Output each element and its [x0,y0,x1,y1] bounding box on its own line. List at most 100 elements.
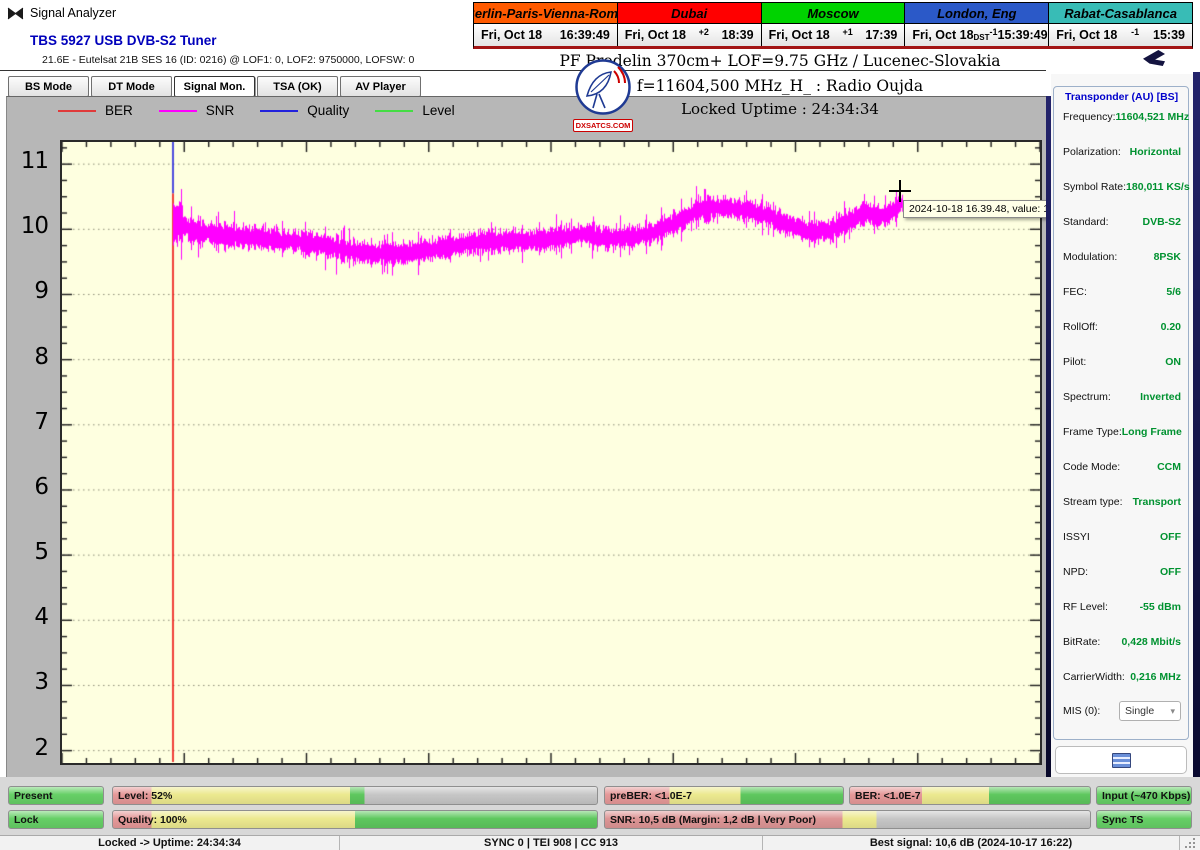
mis-dropdown[interactable]: Single ▾ [1119,701,1181,721]
clock-city-label: Dubai [617,3,761,24]
window-title: Signal Analyzer [30,6,117,20]
y-axis-tick-label: 2 [34,734,49,761]
snr-chart[interactable] [60,140,1042,765]
snr-chart-canvas[interactable] [62,142,1040,763]
transponder-row: ISSYI OFF [1063,531,1181,543]
transponder-row: BitRate: 0,428 Mbit/s [1063,636,1181,648]
transponder-row-value: Transport [1132,496,1181,508]
clock-date: Fri, Oct 18 [624,28,686,42]
transponder-row-label: Frame Type: [1063,426,1122,438]
clock-utc-offset: +2 [698,26,709,37]
clock-time: Fri, Oct 18 16:39:49 [474,24,617,46]
clock-panel: Moscow Fri, Oct 18 +1 17:39 [760,3,905,46]
mode-tab[interactable]: AV Player [340,76,421,97]
satellite-info: 21.6E - Eutelsat 21B SES 16 (ID: 0216) @… [42,54,415,66]
export-button[interactable] [1055,746,1187,774]
legend-label: Level [422,103,455,118]
mode-tab[interactable]: DT Mode [91,76,172,97]
crosshair-cursor-v [899,180,901,202]
clock-time: Fri, Oct 18 -1 15:39 [1049,24,1192,46]
clock-city-label: Moscow [761,3,905,24]
transponder-row-value: OFF [1160,566,1181,578]
y-axis-tick-label: 4 [34,604,49,631]
y-axis-tick-label: 6 [34,473,49,500]
y-axis-tick-label: 8 [34,343,49,370]
transponder-row-label: CarrierWidth: [1063,671,1125,683]
tuner-name: TBS 5927 USB DVB-S2 Tuner [30,33,217,48]
world-clocks: Berlin-Paris-Vienna-Roma Fri, Oct 18 16:… [473,2,1193,49]
transponder-row-label: Stream type: [1063,496,1123,508]
transponder-row-label: ISSYI [1063,531,1090,543]
transponder-row-label: NPD: [1063,566,1089,578]
transponder-row: Code Mode: CCM [1063,461,1181,473]
transponder-row-value: 0,216 MHz [1130,671,1181,683]
status-lock-uptime: Locked -> Uptime: 24:34:34 [0,836,340,850]
preber-bar: preBER: <1.0E-7 [604,786,844,805]
transponder-row-label: Polarization: [1063,146,1121,158]
mis-selected-value: Single [1125,705,1155,717]
y-axis-tick-label: 3 [34,669,49,696]
legend-color-line [158,109,197,112]
clock-city-label: Berlin-Paris-Vienna-Roma [474,3,617,24]
transponder-row-label: BitRate: [1063,636,1101,648]
mis-row: MIS (0): Single ▾ [1063,701,1181,721]
status-best-signal: Best signal: 10,6 dB (2024-10-17 16:22) [763,836,1180,850]
clock-time: Fri, Oct 18 +2 18:39 [617,24,761,46]
legend-item: BER [58,103,133,118]
legend-color-line [58,109,96,112]
transponder-row: Frequency: 11604,521 MHz [1063,111,1189,123]
transponder-row: RollOff: 0.20 [1063,321,1181,333]
y-axis-tick-label: 10 [20,213,49,240]
clock-time: Fri, Oct 18 +1 17:39 [761,24,905,46]
y-axis-tick-label: 11 [20,148,49,175]
transponder-row-label: Standard: [1063,216,1109,228]
ber-bar: BER: <1.0E-7 [849,786,1091,805]
transponder-row-label: Frequency: [1063,111,1116,123]
y-axis-tick-label: 9 [34,278,49,305]
transponder-title: Transponder (AU) [BS] [1062,91,1182,103]
transponder-row-value: Horizontal [1129,146,1181,158]
clock-panel: Dubai Fri, Oct 18 +2 18:39 [616,3,761,46]
clock-time-value: 16:39:49 [559,28,610,42]
resize-grip[interactable] [1180,836,1198,850]
transponder-row: Polarization: Horizontal [1063,146,1181,158]
transponder-row-value: Inverted [1140,391,1181,403]
clock-dst-label: DST [973,33,990,43]
present-bar: Present [8,786,104,805]
mode-tabs: BS Mode DT Mode Signal Mon. TSA (OK) AV Play… [8,76,423,97]
frequency-title: f=11604,500 MHz_H_ : Radio Oujda [636,77,924,95]
locked-uptime-title: Locked Uptime : 24:34:34 [681,100,879,118]
legend-item: SNR [158,103,234,118]
app-icon [7,7,24,19]
clock-time-value: 17:39 [865,28,898,42]
dxsatcs-logo: DXSATCS.COM [573,58,633,132]
y-axis-tick-label: 5 [34,539,49,566]
clock-panel: Berlin-Paris-Vienna-Roma Fri, Oct 18 16:… [474,3,617,46]
transponder-row-label: Spectrum: [1063,391,1111,403]
value-tooltip: 2024-10-18 16.39.48, value: 10,5 [903,200,1070,218]
transponder-row-value: OFF [1160,531,1181,543]
transponder-row: Spectrum: Inverted [1063,391,1181,403]
legend-color-line [260,109,299,112]
mode-tab[interactable]: Signal Mon. [174,76,255,97]
legend-item: Level [375,103,455,118]
clock-time-value: 15:39:49 [997,28,1048,42]
snr-bar: SNR: 10,5 dB (Margin: 1,2 dB | Very Poor… [604,810,1091,829]
cursor-icon [1143,50,1165,66]
transponder-row-label: RF Level: [1063,601,1108,613]
mode-tab[interactable]: BS Mode [8,76,89,97]
status-bar: Locked -> Uptime: 24:34:34 SYNC 0 | TEI … [0,835,1200,850]
mode-tab[interactable]: TSA (OK) [257,76,338,97]
clock-utc-offset: +1 [842,26,853,37]
transponder-row-value: 180,011 KS/s [1126,181,1190,193]
transponder-row-label: FEC: [1063,286,1087,298]
transponder-row-value: CCM [1157,461,1181,473]
transponder-row-value: DVB-S2 [1142,216,1181,228]
clock-city-label: Rabat-Casablanca [1049,3,1192,24]
transponder-row-label: RollOff: [1063,321,1098,333]
transponder-row: Pilot: ON [1063,356,1181,368]
transponder-row: Frame Type: Long Frame [1063,426,1182,438]
transponder-row-value: -55 dBm [1139,601,1181,613]
clock-panel: Rabat-Casablanca Fri, Oct 18 -1 15:39 [1048,3,1192,46]
signal-analyzer-window: Signal Analyzer Berlin-Paris-Vienna-Roma… [0,0,1200,850]
